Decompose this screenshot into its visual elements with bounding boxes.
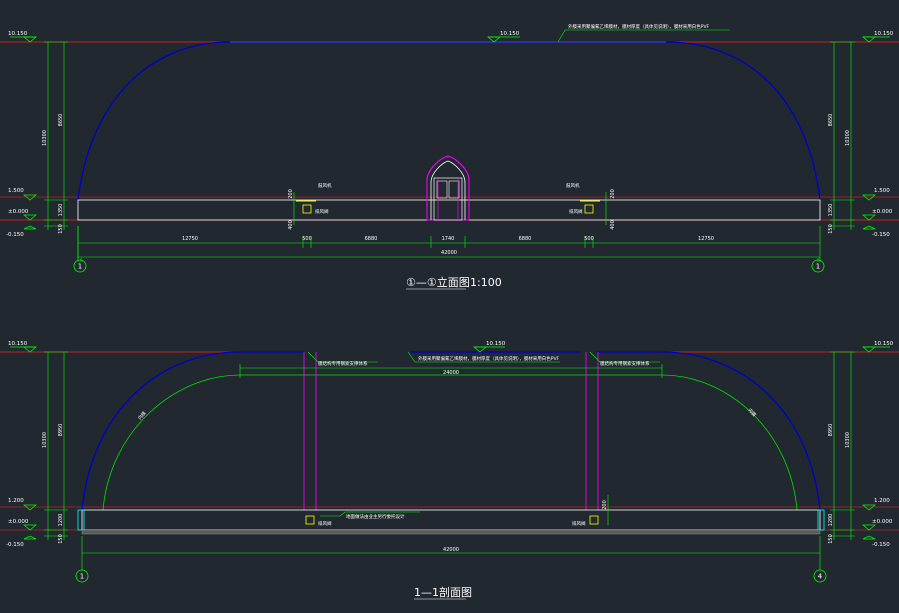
- sect-ground-hatch: [81, 529, 821, 535]
- sect-level-1200-right: 1.200: [874, 498, 890, 504]
- sect-axis-label-right: 4: [818, 573, 823, 581]
- sect-title: 1—1剖面图: [414, 585, 472, 599]
- elev-dim-h-6: 12750: [698, 236, 714, 242]
- elev-dim-h-0: 12750: [182, 236, 198, 242]
- sect-dim-total-left: 10300: [42, 432, 48, 448]
- elev-level-top-right: 10.150: [874, 31, 894, 37]
- elev-dim-h-1: 500: [302, 236, 312, 242]
- sect-label-support-right: 膜结构专用钢索支撑体系: [600, 360, 650, 367]
- elev-dim-arch-right: 8650: [828, 114, 834, 127]
- elev-dim-equip-lower-right: 400: [610, 220, 616, 230]
- sect-dim-arch-right: 8950: [828, 424, 834, 437]
- elev-label-vent-left: 排风阀: [315, 208, 329, 215]
- sect-dim-equip-right: 200: [602, 500, 608, 510]
- elev-title: ①—①立面图: [406, 275, 470, 289]
- sect-dim-inner-span: 24000: [443, 370, 459, 376]
- sect-level-neg-left: -0.150: [6, 542, 24, 548]
- elev-roof-note: 外膜采用聚偏氟乙烯膜材，膜材厚度（具体见说明），膜材采用白色PVF: [568, 23, 710, 30]
- elev-dim-h-3: 1740: [442, 236, 455, 242]
- elev-level-1500-right: 1.500: [874, 188, 890, 194]
- elev-dim-base-right: 1350: [828, 204, 834, 217]
- sect-label-foundation: 地面做法由业主另行委托设计: [346, 513, 405, 520]
- elev-level-1500-left: 1.500: [8, 188, 24, 194]
- elev-dim-total-width: 42000: [441, 250, 457, 256]
- sect-level-1200-left: 1.200: [8, 498, 24, 504]
- sect-label-support-left: 膜结构专用钢索支撑体系: [318, 360, 368, 367]
- elev-dim-equip-upper-right: 200: [610, 189, 616, 199]
- elev-level-neg-left: -0.150: [6, 232, 24, 238]
- sect-dim-foot-left: 150: [58, 534, 64, 544]
- sect-level-top-right: 10.150: [874, 341, 894, 347]
- elev-level-top-left: 10.150: [8, 31, 28, 37]
- elev-dim-arch-left: 8650: [58, 114, 64, 127]
- elev-dim-total-left: 10300: [42, 130, 48, 146]
- elev-dim-total-right: 10300: [845, 130, 851, 146]
- cad-drawing: 1 1 10.150 10.150 10.150 1.500 1.500 ±0.…: [0, 0, 899, 613]
- sect-axis-label-left: 1: [80, 573, 84, 581]
- elev-label-fan-left: 鼓风机: [318, 182, 332, 189]
- sect-dim-base-right: 1200: [828, 514, 834, 527]
- elev-scale: 1:100: [470, 276, 502, 289]
- elev-label-vent-right: 排风阀: [569, 208, 583, 215]
- elev-axis-label-right: 1: [816, 263, 820, 271]
- sect-level-top-left: 10.150: [8, 341, 28, 347]
- elev-level-zero-left: ±0.000: [8, 209, 29, 215]
- elev-axis-label-left: 1: [78, 263, 82, 271]
- canvas-background: [0, 0, 899, 613]
- sect-label-vent-left: 排风阀: [318, 520, 332, 527]
- elev-dim-base-left: 1350: [58, 204, 64, 217]
- elev-dim-h-5: 500: [584, 236, 594, 242]
- sect-level-top-mid: 10.150: [486, 341, 506, 347]
- elev-level-top-mid: 10.150: [500, 31, 520, 37]
- sect-level-neg-right: -0.150: [872, 542, 890, 548]
- sect-roof-note: 外膜采用聚偏氟乙烯膜材，膜材厚度（具体见说明），膜材采用白色PVF: [418, 355, 560, 362]
- sect-dim-foot-right: 150: [828, 534, 834, 544]
- elev-label-fan-right: 鼓风机: [566, 182, 580, 189]
- elev-dim-foot-left: 150: [58, 224, 64, 234]
- elev-dim-foot-right: 150: [828, 224, 834, 234]
- sect-dim-total-width: 42000: [443, 547, 459, 553]
- sect-dim-total-right: 10300: [845, 432, 851, 448]
- sect-dim-arch-left: 8950: [58, 424, 64, 437]
- elev-dim-h-2: 6880: [365, 236, 378, 242]
- elev-dim-equip-lower-left: 400: [288, 220, 294, 230]
- elev-level-zero-right: ±0.000: [872, 209, 893, 215]
- sect-level-zero-right: ±0.000: [872, 519, 893, 525]
- sect-label-vent-right: 排风阀: [572, 520, 586, 527]
- elev-level-neg-right: -0.150: [872, 232, 890, 238]
- elev-dim-equip-upper-left: 200: [288, 189, 294, 199]
- sect-dim-base-left: 1200: [58, 514, 64, 527]
- sect-level-zero-left: ±0.000: [8, 519, 29, 525]
- elev-dim-h-4: 6880: [519, 236, 532, 242]
